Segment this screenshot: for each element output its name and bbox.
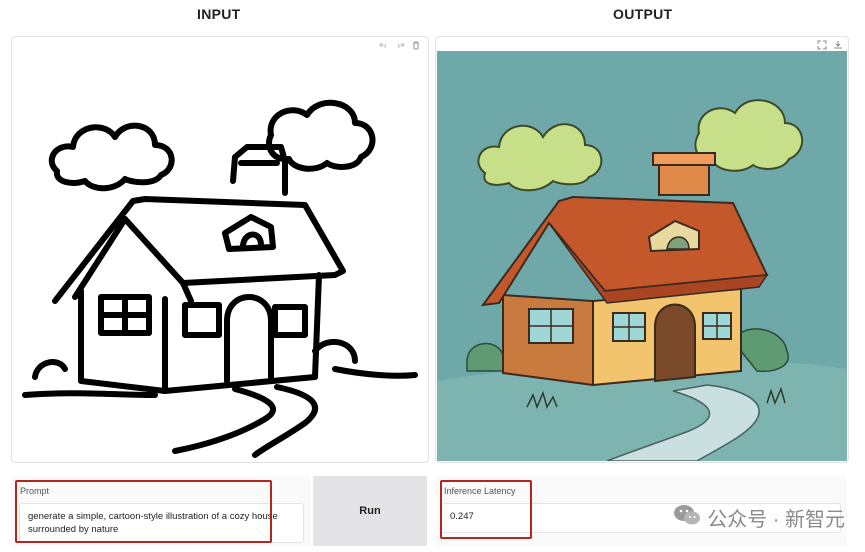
wechat-icon <box>673 504 701 532</box>
house-sketch-drawing <box>15 51 423 459</box>
trash-icon[interactable] <box>410 39 422 51</box>
run-button[interactable]: Run <box>313 476 427 546</box>
house-cartoon-illustration <box>437 51 847 461</box>
sketch-canvas[interactable] <box>15 51 423 459</box>
latency-highlight-box <box>440 480 532 539</box>
input-title: INPUT <box>197 6 241 22</box>
download-icon[interactable] <box>832 39 844 51</box>
undo-icon[interactable] <box>378 39 390 51</box>
watermark: 公众号 · 新智元 <box>673 503 845 532</box>
output-title: OUTPUT <box>613 6 673 22</box>
input-sketch-panel <box>11 36 429 463</box>
sketch-toolbar <box>378 39 422 51</box>
output-image-panel <box>435 36 849 463</box>
generated-image <box>437 51 847 461</box>
output-toolbar <box>816 39 844 51</box>
watermark-text: 公众号 · 新智元 <box>707 509 845 531</box>
prompt-highlight-box <box>15 480 272 543</box>
fullscreen-icon[interactable] <box>816 39 828 51</box>
redo-icon[interactable] <box>394 39 406 51</box>
